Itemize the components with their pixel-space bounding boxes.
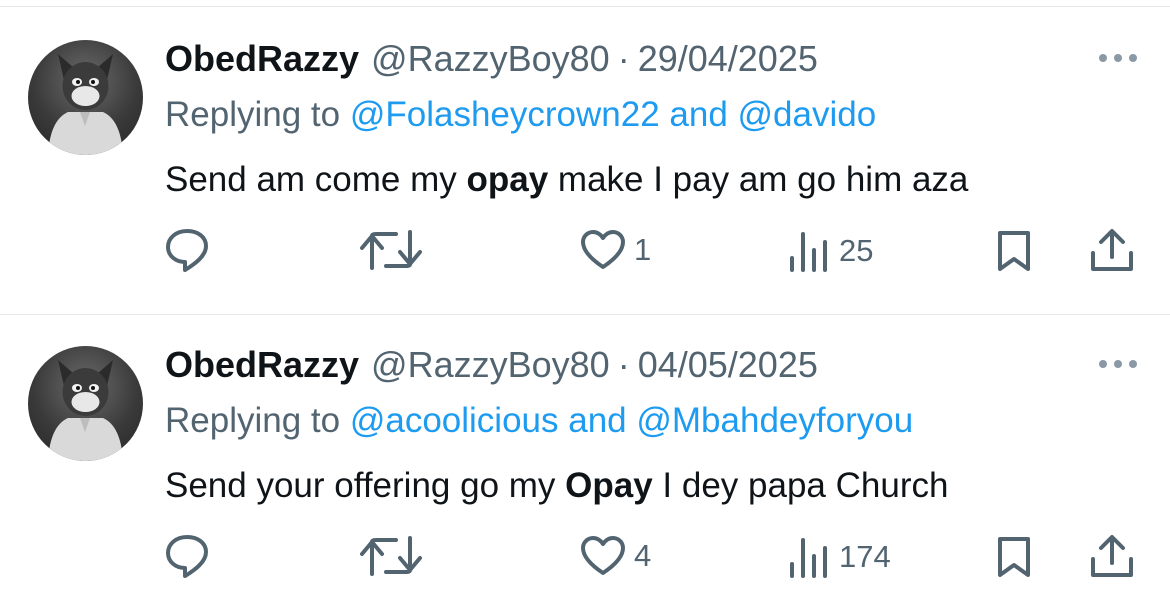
- display-name[interactable]: ObedRazzy: [165, 344, 359, 386]
- replying-to: Replying to @acoolicious and @Mbahdeyfor…: [165, 401, 913, 441]
- replying-prefix: Replying to: [165, 401, 350, 440]
- avatar-image: [48, 360, 123, 461]
- tweet-header: ObedRazzy @RazzyBoy80 · 29/04/2025: [165, 38, 818, 86]
- share-button[interactable]: [1088, 533, 1136, 579]
- tweet-text-bold: opay: [466, 160, 549, 199]
- replying-and: and: [558, 401, 637, 440]
- like-count: 4: [634, 538, 652, 573]
- mention-link[interactable]: @Mbahdeyforyou: [636, 401, 913, 440]
- retweet-icon: [360, 536, 422, 576]
- more-icon[interactable]: [1095, 48, 1141, 68]
- bookmark-icon: [998, 231, 1030, 271]
- reply-icon: [166, 535, 208, 578]
- tweet-date[interactable]: 04/05/2025: [638, 344, 818, 386]
- replying-and: and: [659, 95, 738, 134]
- tweet[interactable]: ObedRazzy @RazzyBoy80 · 29/04/2025 Reply…: [0, 0, 1170, 300]
- tweet-text: Send am come my opay make I pay am go hi…: [165, 160, 968, 200]
- heart-icon: [581, 230, 625, 269]
- like-button[interactable]: 4: [580, 535, 651, 577]
- bookmark-button[interactable]: [995, 229, 1033, 273]
- replying-to: Replying to @Folasheycrown22 and @davido: [165, 95, 876, 135]
- tweet-text-part: make I pay am go him aza: [548, 160, 969, 199]
- tweet-text-part: I dey papa Church: [652, 466, 949, 505]
- like-count: 1: [634, 232, 652, 267]
- replying-prefix: Replying to: [165, 95, 350, 134]
- views-button[interactable]: 174: [787, 536, 891, 578]
- reply-button[interactable]: [163, 533, 211, 579]
- mention-link[interactable]: @acoolicious: [350, 401, 559, 440]
- separator: ·: [617, 38, 630, 79]
- retweet-icon: [360, 230, 422, 270]
- reply-icon: [166, 229, 208, 272]
- bookmark-icon: [998, 537, 1030, 577]
- like-button[interactable]: 1: [580, 229, 651, 271]
- avatar-image: [48, 54, 123, 155]
- retweet-button[interactable]: [356, 228, 426, 272]
- user-handle[interactable]: @RazzyBoy80: [371, 38, 610, 80]
- share-button[interactable]: [1088, 227, 1136, 273]
- share-icon: [1091, 229, 1133, 271]
- tweet-text-part: Send am come my: [165, 160, 467, 199]
- views-icon: [790, 232, 827, 272]
- tweet[interactable]: ObedRazzy @RazzyBoy80 · 04/05/2025 Reply…: [0, 306, 1170, 596]
- tweet-header: ObedRazzy @RazzyBoy80 · 04/05/2025: [165, 344, 818, 392]
- tweet-text-bold: Opay: [565, 466, 653, 505]
- view-count: 25: [839, 233, 874, 268]
- bookmark-button[interactable]: [995, 535, 1033, 579]
- user-handle[interactable]: @RazzyBoy80: [371, 344, 610, 386]
- reply-button[interactable]: [163, 227, 211, 273]
- tweet-text-part: Send your offering go my: [165, 466, 566, 505]
- share-icon: [1091, 535, 1133, 577]
- mention-link[interactable]: @davido: [738, 95, 877, 134]
- display-name[interactable]: ObedRazzy: [165, 38, 359, 80]
- heart-icon: [581, 536, 625, 575]
- views-icon: [790, 538, 827, 578]
- mention-link[interactable]: @Folasheycrown22: [350, 95, 660, 134]
- retweet-button[interactable]: [356, 534, 426, 578]
- separator: ·: [617, 344, 630, 385]
- more-icon[interactable]: [1095, 354, 1141, 374]
- avatar[interactable]: [28, 40, 143, 155]
- tweet-text: Send your offering go my Opay I dey papa…: [165, 466, 948, 506]
- views-button[interactable]: 25: [787, 230, 873, 272]
- view-count: 174: [839, 539, 891, 574]
- tweet-date[interactable]: 29/04/2025: [638, 38, 818, 80]
- avatar[interactable]: [28, 346, 143, 461]
